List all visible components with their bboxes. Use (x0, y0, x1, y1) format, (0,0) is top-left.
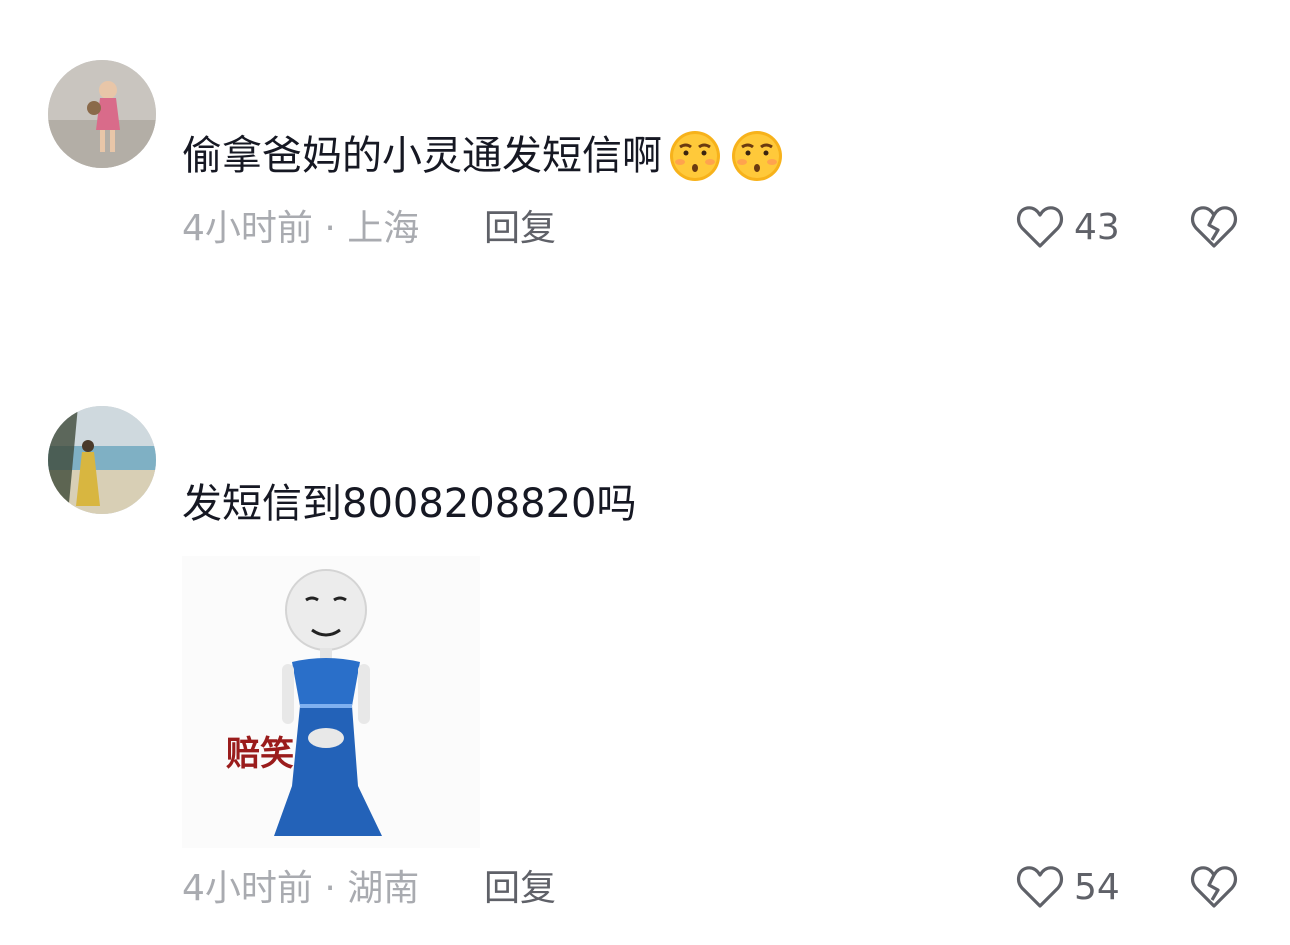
comment-time: 4小时前 (182, 208, 313, 249)
dislike-button[interactable] (1190, 864, 1238, 910)
comment-meta: 4小时前 · 上海 (182, 206, 419, 252)
sticker-image[interactable]: 赔笑 (182, 556, 480, 848)
broken-heart-icon (1190, 204, 1238, 250)
like-button[interactable]: 54 (1016, 864, 1120, 910)
comment-meta: 4小时前 · 湖南 (182, 866, 419, 912)
dislike-button[interactable] (1190, 204, 1238, 250)
reply-button[interactable]: 回复 (484, 866, 556, 912)
comment-text: 发短信到8008208820吗 (182, 478, 637, 530)
comment-text: 偷拿爸妈的小灵通发短信啊 (182, 130, 786, 182)
avatar[interactable] (48, 60, 156, 168)
sticker-caption: 赔笑 (226, 734, 294, 774)
avatar[interactable] (48, 406, 156, 514)
broken-heart-icon (1190, 864, 1238, 910)
meta-separator: · (324, 868, 336, 909)
heart-outline-icon (1016, 865, 1064, 909)
comment-body: 发短信到8008208820吗 (182, 481, 637, 527)
heart-outline-icon (1016, 205, 1064, 249)
meta-separator: · (324, 208, 336, 249)
like-count: 43 (1074, 206, 1120, 248)
like-count: 54 (1074, 866, 1120, 908)
comment-location: 上海 (347, 208, 420, 249)
smirk-face-emoji-icon (728, 130, 786, 182)
reply-button[interactable]: 回复 (484, 206, 556, 252)
smirk-face-emoji-icon (666, 130, 724, 182)
comment-time: 4小时前 (182, 868, 313, 909)
comment-body: 偷拿爸妈的小灵通发短信啊 (182, 133, 662, 179)
comment-location: 湖南 (347, 868, 420, 909)
like-button[interactable]: 43 (1016, 204, 1120, 250)
